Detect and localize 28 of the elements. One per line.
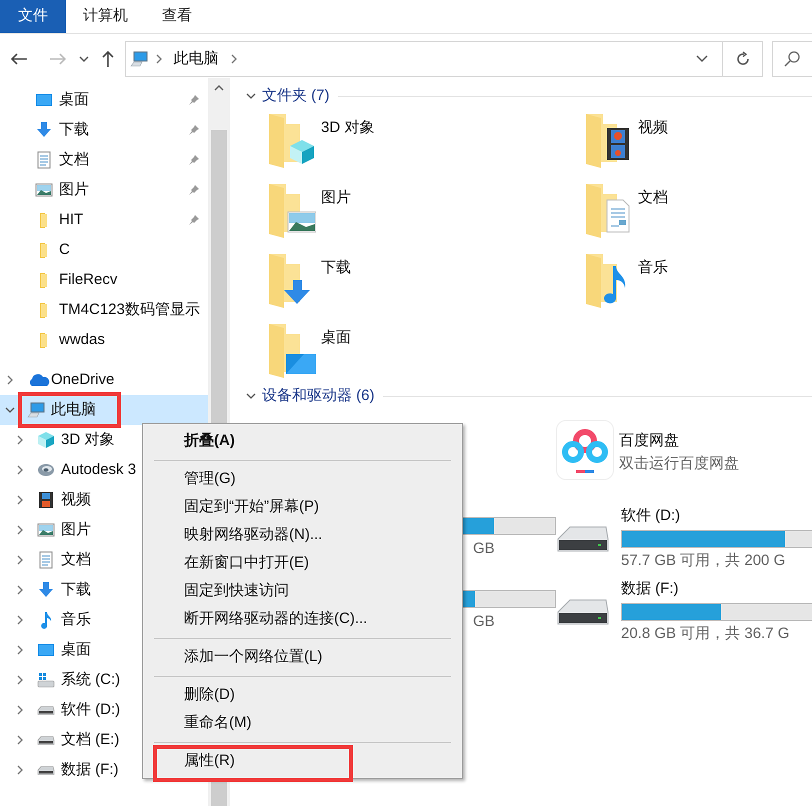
nav-label: 文档 [59, 150, 89, 170]
app-description: 双击运行百度网盘 [619, 454, 739, 474]
nav-label: 音乐 [61, 610, 91, 630]
nav-label: 3D 对象 [61, 430, 114, 450]
nav-label: FileRecv [59, 270, 118, 290]
nav-label: OneDrive [51, 370, 114, 390]
capacity-text: 20.8 GB 可用，共 36.7 G [621, 624, 790, 644]
capacity-text: 57.7 GB 可用，共 200 G [621, 550, 786, 570]
capacity-text: GB [472, 612, 496, 632]
nav-label: 数据 (F:) [61, 760, 118, 780]
nav-label: wwdas [59, 330, 105, 350]
nav-label: 下载 [59, 120, 89, 140]
nav-label: 视频 [61, 490, 91, 510]
nav-label: Autodesk 3 [61, 460, 136, 480]
nav-label: HIT [59, 210, 84, 230]
nav-label: 系统 (C:) [61, 670, 120, 690]
nav-label: 软件 (D:) [61, 700, 120, 720]
nav-label: 下载 [61, 580, 91, 600]
nav-label: 图片 [59, 180, 89, 200]
nav-label: 文档 (E:) [61, 730, 120, 750]
nav-label: 桌面 [61, 640, 91, 660]
nav-label: 此电脑 [51, 400, 96, 420]
nav-label: 桌面 [59, 90, 89, 110]
nav-label: TM4C123数码管显示 [59, 300, 200, 320]
capacity-text: GB [472, 539, 496, 559]
nav-label: 文档 [61, 550, 91, 570]
nav-label: C [59, 240, 70, 260]
nav-label: 图片 [61, 520, 91, 540]
